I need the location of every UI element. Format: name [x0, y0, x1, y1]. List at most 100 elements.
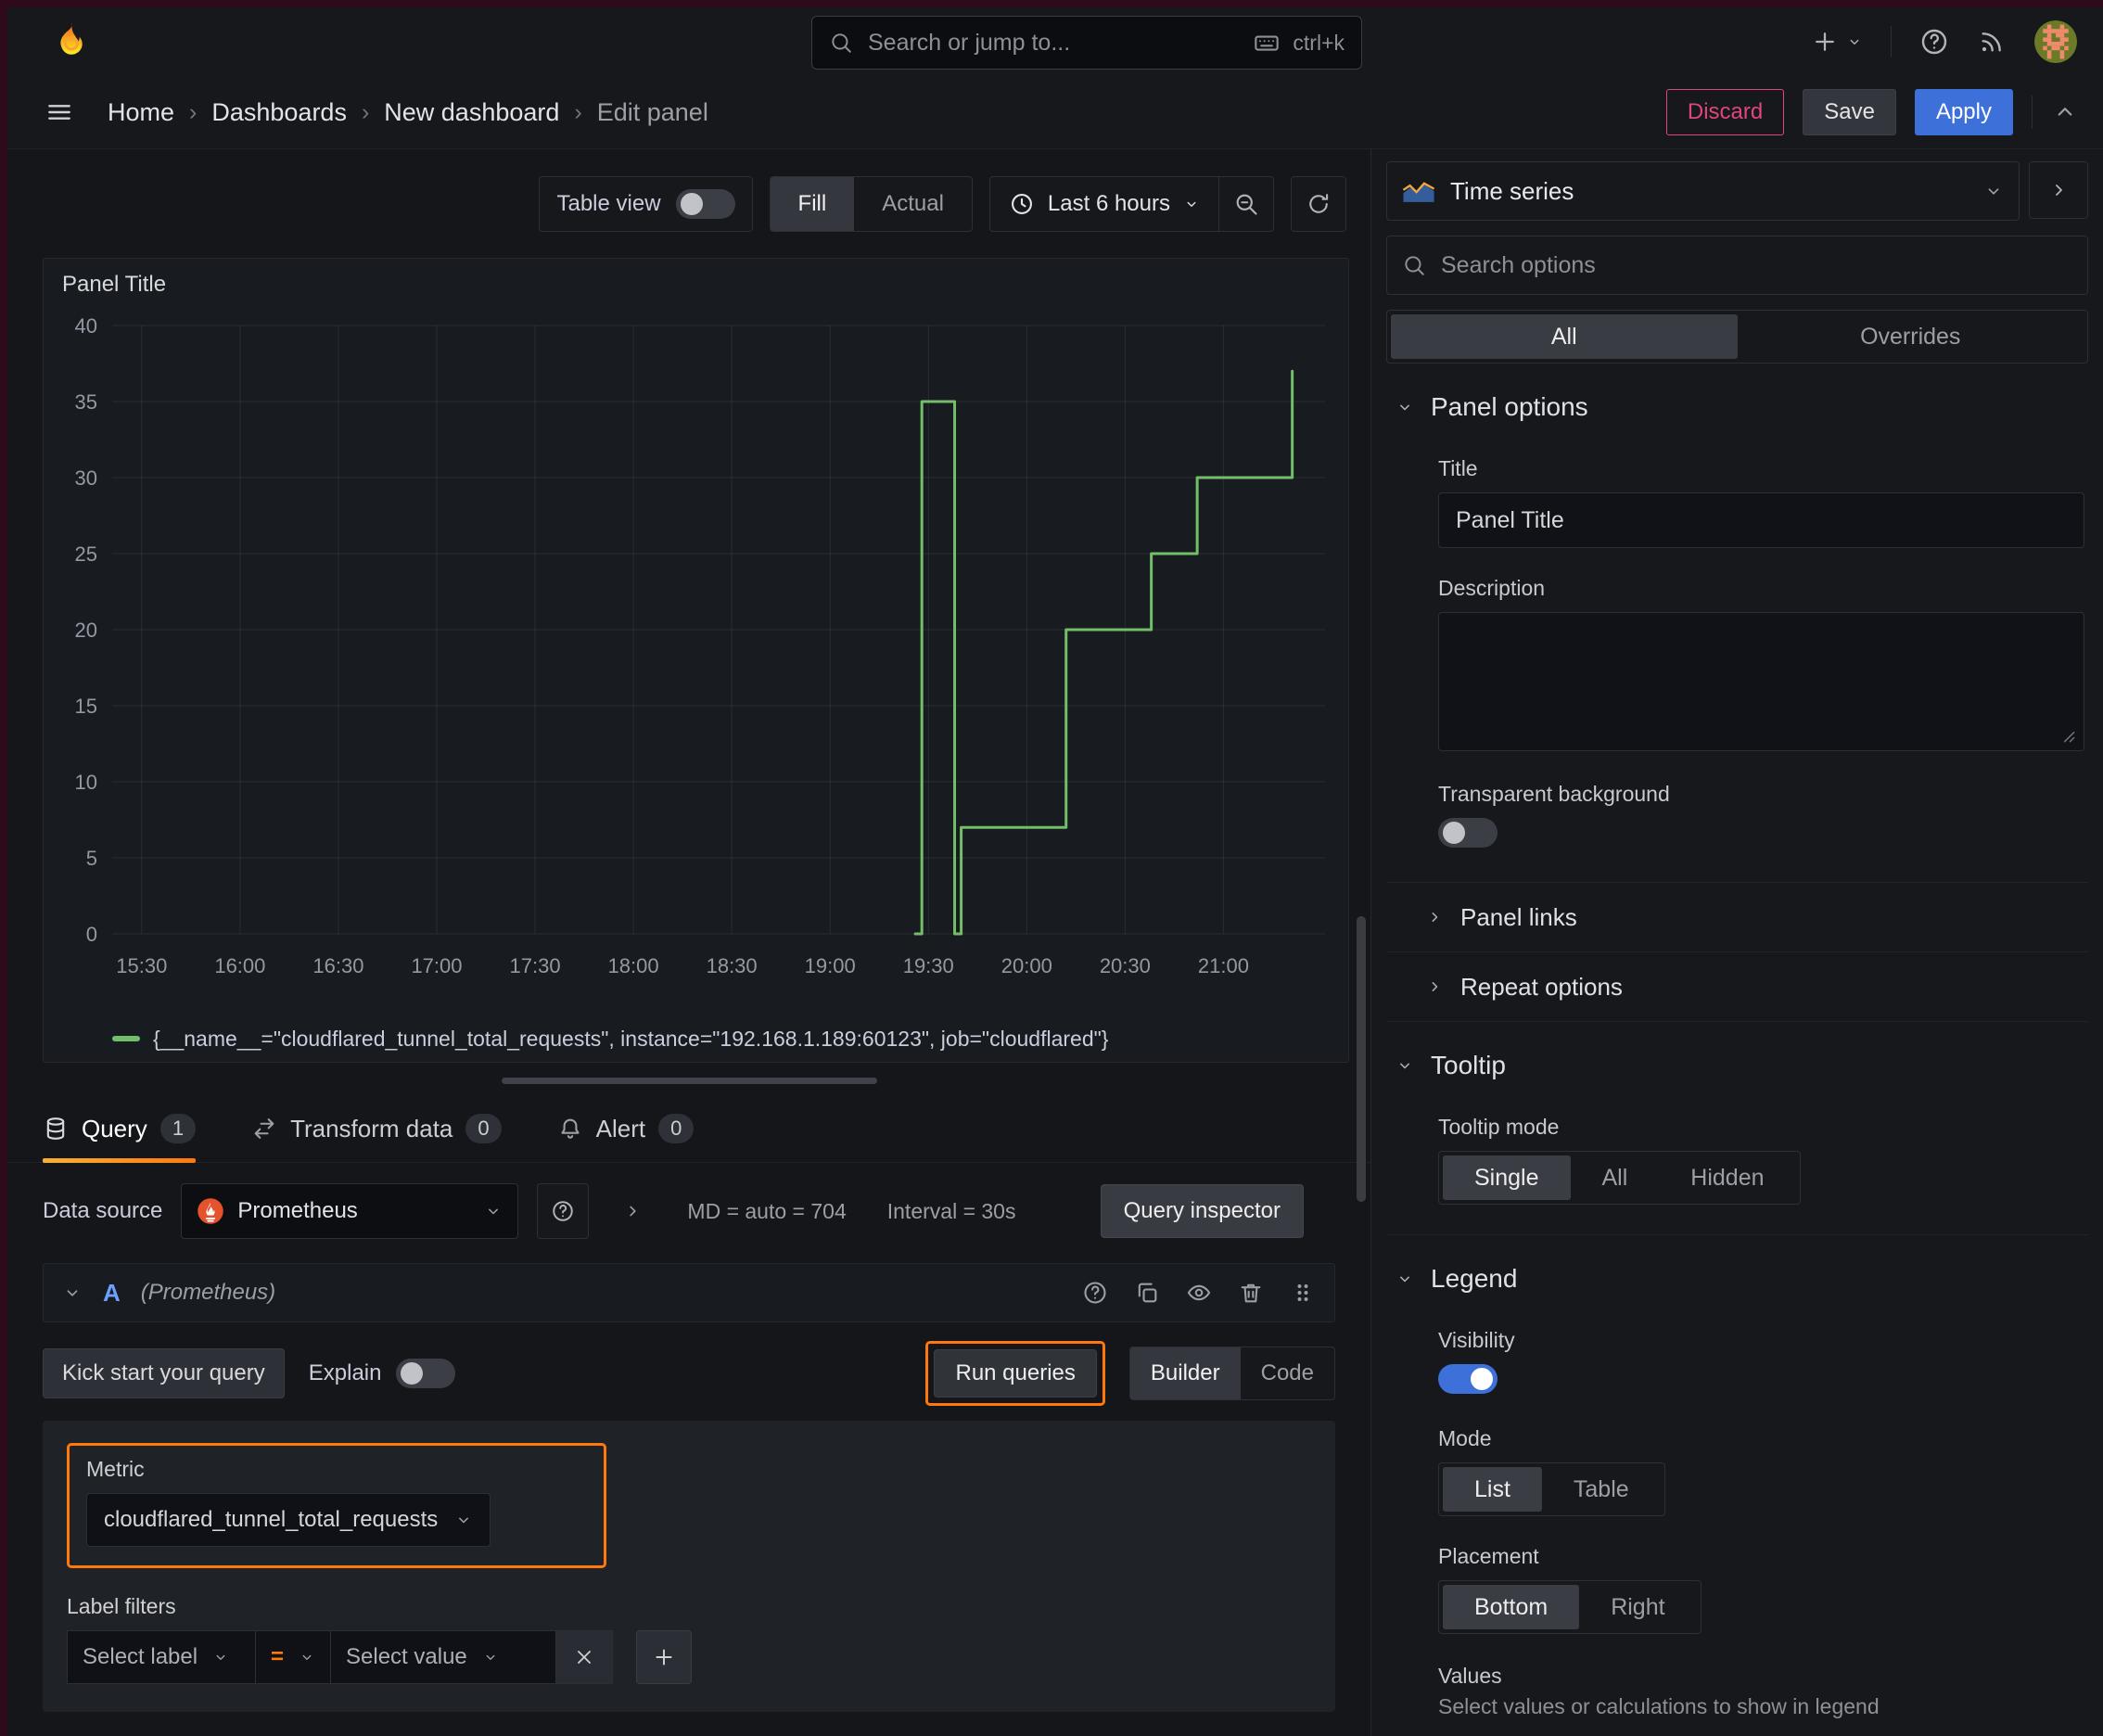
options-search[interactable] — [1386, 236, 2088, 295]
operator-dropdown[interactable]: = — [255, 1630, 332, 1684]
max-datapoints-stat: MD = auto = 704 — [687, 1198, 847, 1223]
transparent-bg-toggle[interactable] — [1438, 818, 1498, 848]
datasource-value: Prometheus — [237, 1198, 358, 1223]
breadcrumb-home[interactable]: Home — [108, 98, 174, 127]
builder-option[interactable]: Builder — [1129, 1347, 1241, 1399]
options-search-input[interactable] — [1439, 250, 2072, 280]
tooltip-single-option[interactable]: Single — [1443, 1155, 1571, 1200]
duplicate-query-icon[interactable] — [1134, 1280, 1160, 1306]
legend-header[interactable]: Legend — [1386, 1248, 2088, 1309]
tab-query[interactable]: Query 1 — [43, 1095, 197, 1163]
query-stats: MD = auto = 704 Interval = 30s — [687, 1199, 1015, 1224]
add-button[interactable] — [1811, 28, 1863, 56]
section-divider — [1386, 1234, 2088, 1235]
toggle-pane-button[interactable] — [2029, 161, 2088, 219]
grafana-logo-icon[interactable] — [50, 20, 93, 63]
select-label-dropdown[interactable]: Select label — [67, 1630, 256, 1684]
delete-query-icon[interactable] — [1238, 1280, 1264, 1306]
apply-button[interactable]: Apply — [1914, 89, 2013, 135]
tab-transform[interactable]: Transform data 0 — [251, 1095, 502, 1162]
breadcrumb-dashboards[interactable]: Dashboards — [211, 98, 347, 127]
add-filter-button[interactable] — [636, 1630, 693, 1684]
scrollbar-thumb[interactable] — [1357, 916, 1366, 1202]
panel-links-row[interactable]: Panel links — [1386, 883, 2088, 952]
resize-grip-icon[interactable] — [2058, 726, 2077, 745]
content: Table view Fill Actual Last 6 hours Pane… — [7, 148, 2103, 1736]
menu-toggle[interactable] — [45, 97, 74, 127]
query-ref-id[interactable]: A — [103, 1279, 121, 1308]
code-option[interactable]: Code — [1241, 1347, 1334, 1399]
tooltip-hidden-option[interactable]: Hidden — [1659, 1155, 1795, 1200]
help-icon[interactable] — [1919, 27, 1949, 57]
time-range-label: Last 6 hours — [1047, 191, 1170, 216]
description-textarea[interactable] — [1438, 612, 2084, 751]
tooltip-header[interactable]: Tooltip — [1386, 1035, 2088, 1096]
transform-count-badge: 0 — [465, 1114, 502, 1143]
visualization-picker[interactable]: Time series — [1386, 161, 2020, 221]
breadcrumb-edit-panel: Edit panel — [596, 97, 708, 126]
actual-option[interactable]: Actual — [854, 177, 972, 231]
placement-right-option[interactable]: Right — [1579, 1585, 1696, 1629]
panel-title-input[interactable] — [1438, 492, 2084, 548]
breadcrumb: Home › Dashboards › New dashboard › Edit… — [108, 98, 708, 127]
time-range-picker[interactable]: Last 6 hours — [990, 191, 1218, 217]
panel-title[interactable]: Panel Title — [44, 259, 1348, 311]
svg-text:18:30: 18:30 — [707, 954, 758, 977]
visibility-label: Visibility — [1438, 1328, 1515, 1352]
legend-list-option[interactable]: List — [1443, 1467, 1542, 1512]
values-label: Values — [1438, 1664, 1502, 1688]
user-avatar[interactable] — [2034, 20, 2077, 63]
label-filters-group: Label filters Select label = Select valu… — [67, 1594, 1311, 1684]
overrides-tab[interactable]: Overrides — [1738, 314, 2084, 359]
time-controls: Last 6 hours — [988, 176, 1274, 232]
timeseries-chart[interactable]: 0 5 10 15 20 25 30 35 40 15:30 16:00 16:30 17:00 17:3… — [53, 311, 1337, 997]
search-icon — [832, 33, 851, 53]
select-value-dropdown[interactable]: Select value — [330, 1630, 557, 1684]
all-tab[interactable]: All — [1391, 314, 1738, 359]
panel-actions: Discard Save Apply — [1665, 89, 2079, 135]
svg-text:18:00: 18:00 — [608, 954, 659, 977]
explain-toggle[interactable] — [396, 1359, 456, 1388]
datasource-help-button[interactable] — [537, 1183, 590, 1239]
news-icon[interactable] — [1977, 27, 2007, 57]
chevron-right-icon[interactable] — [622, 1201, 643, 1221]
legend-series-label[interactable]: {__name__="cloudflared_tunnel_total_requ… — [153, 1027, 1108, 1052]
tooltip-mode-label: Tooltip mode — [1438, 1115, 1560, 1139]
legend-visibility-toggle[interactable] — [1438, 1364, 1498, 1394]
discard-button[interactable]: Discard — [1665, 89, 1785, 135]
breadcrumb-new-dashboard[interactable]: New dashboard — [384, 98, 559, 127]
query-inspector-button[interactable]: Query inspector — [1100, 1184, 1304, 1238]
repeat-options-row[interactable]: Repeat options — [1386, 952, 2088, 1021]
metric-select[interactable]: cloudflared_tunnel_total_requests — [86, 1493, 491, 1547]
legend-title: Legend — [1431, 1264, 1518, 1293]
interval-stat: Interval = 30s — [886, 1198, 1016, 1223]
collapse-options-icon[interactable] — [2051, 98, 2079, 126]
panel-options-content: Title Description Transparent background — [1386, 456, 2088, 858]
metric-label: Metric — [86, 1457, 145, 1481]
legend-series-marker[interactable] — [112, 1036, 140, 1041]
drag-query-icon[interactable] — [1290, 1280, 1316, 1306]
tab-alert[interactable]: Alert 0 — [557, 1095, 695, 1162]
save-button[interactable]: Save — [1803, 89, 1896, 135]
tooltip-content: Tooltip mode Single All Hidden — [1386, 1115, 2088, 1210]
toggle-visibility-icon[interactable] — [1186, 1280, 1212, 1306]
panel-options-header[interactable]: Panel options — [1386, 377, 2088, 438]
resize-handle[interactable] — [501, 1078, 877, 1084]
kick-start-button[interactable]: Kick start your query — [43, 1348, 285, 1398]
collapse-query-icon[interactable] — [62, 1283, 83, 1303]
all-overrides-segment: All Overrides — [1386, 310, 2088, 364]
placement-bottom-option[interactable]: Bottom — [1443, 1585, 1580, 1629]
query-help-icon[interactable] — [1082, 1280, 1108, 1306]
tooltip-all-option[interactable]: All — [1571, 1155, 1660, 1200]
legend-table-option[interactable]: Table — [1542, 1467, 1661, 1512]
run-queries-button[interactable]: Run queries — [934, 1349, 1097, 1398]
remove-filter-button[interactable] — [555, 1630, 614, 1684]
search-input[interactable] — [866, 28, 1242, 57]
global-search[interactable]: ctrl+k — [811, 16, 1362, 70]
datasource-picker[interactable]: Prometheus — [181, 1183, 519, 1239]
refresh-button[interactable] — [1291, 176, 1346, 232]
top-bar: ctrl+k — [7, 7, 2103, 76]
fill-option[interactable]: Fill — [770, 177, 855, 231]
zoom-out-button[interactable] — [1219, 177, 1273, 231]
table-view-toggle[interactable] — [675, 189, 735, 219]
